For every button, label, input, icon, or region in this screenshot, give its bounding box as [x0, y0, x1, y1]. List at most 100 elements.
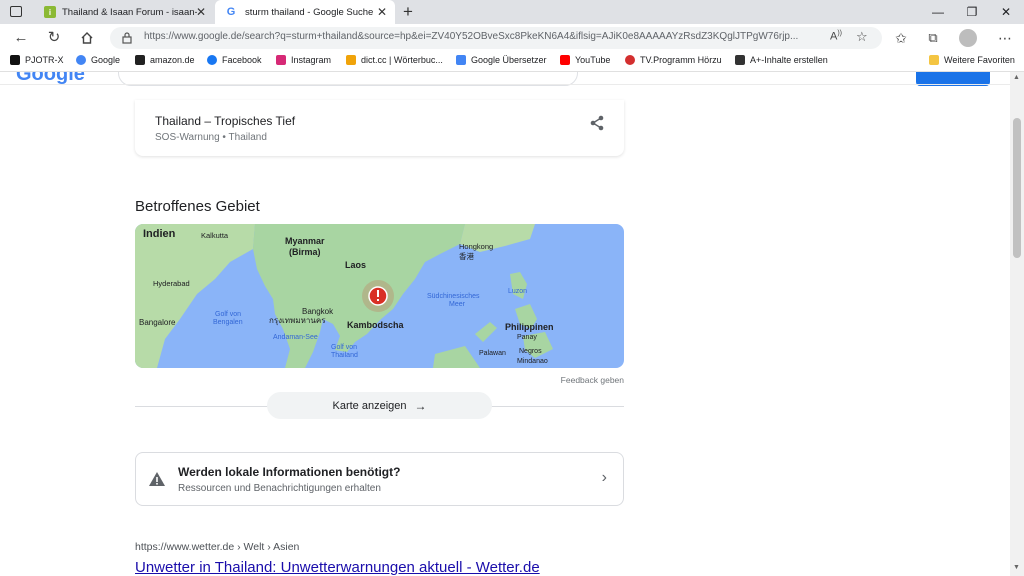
bookmark-label: Google Übersetzer: [471, 55, 547, 65]
bookmark-label: Weitere Favoriten: [944, 55, 1015, 65]
lock-icon: [122, 32, 132, 44]
map-label: Meer: [449, 301, 466, 308]
bookmark-instagram[interactable]: Instagram: [276, 55, 331, 65]
bookmark-label: TV.Programm Hörzu: [640, 55, 722, 65]
google-icon: [76, 55, 86, 65]
home-icon[interactable]: [76, 28, 98, 48]
pjotr-icon: [10, 55, 20, 65]
sos-subtitle: SOS-Warnung • Thailand: [155, 132, 267, 143]
map-label: Golf von: [331, 344, 357, 351]
address-bar[interactable]: https://www.google.de/search?q=sturm+tha…: [110, 27, 882, 49]
map-label: Hyderabad: [153, 279, 190, 288]
sos-alert-card[interactable]: Thailand – Tropisches Tief SOS-Warnung •…: [135, 100, 624, 156]
bookmark-other-favorites[interactable]: Weitere Favoriten: [929, 55, 1015, 65]
affected-area-heading: Betroffenes Gebiet: [135, 198, 260, 215]
read-aloud-icon[interactable]: A)): [830, 30, 842, 43]
url-text: https://www.google.de/search?q=sturm+tha…: [144, 31, 799, 42]
map-label: Mindanao: [517, 358, 548, 365]
bookmark-label: dict.cc | Wörterbuc...: [361, 55, 443, 65]
bookmark-label: A+-Inhalte erstellen: [750, 55, 828, 65]
map-label: Palawan: [479, 350, 506, 357]
bookmark-label: PJOTR-X: [25, 55, 64, 65]
map-label: Südchinesisches: [427, 293, 480, 300]
map-label: Thailand: [331, 352, 358, 359]
vertical-scrollbar[interactable]: ▲ ▼: [1010, 72, 1024, 576]
tab-google-search[interactable]: G sturm thailand - Google Suche ✕: [215, 0, 395, 24]
scrollbar-thumb[interactable]: [1013, 118, 1021, 258]
favorites-icon[interactable]: ✩: [890, 28, 912, 48]
bookmark-label: Google: [91, 55, 121, 65]
folder-icon: [929, 55, 939, 65]
more-menu-icon[interactable]: ⋯: [994, 28, 1016, 48]
close-tab-icon[interactable]: ✕: [375, 5, 389, 19]
tab-title: sturm thailand - Google Suche: [245, 6, 374, 18]
map-label: Laos: [345, 260, 366, 270]
bookmark-dictcc[interactable]: dict.cc | Wörterbuc...: [346, 55, 443, 65]
map-label: Panay: [517, 334, 537, 341]
favorites-bar: PJOTR-X Google amazon.de Facebook Instag…: [0, 52, 1024, 72]
profile-avatar[interactable]: [959, 29, 977, 47]
scroll-down-icon[interactable]: ▼: [1013, 564, 1020, 571]
bookmark-youtube[interactable]: YouTube: [560, 55, 610, 65]
sos-title: Thailand – Tropisches Tief: [155, 114, 296, 128]
map-label: Bangkok: [302, 307, 334, 316]
bookmark-pjotr[interactable]: PJOTR-X: [10, 55, 64, 65]
bookmark-label: YouTube: [575, 55, 611, 65]
scroll-up-icon[interactable]: ▲: [1013, 74, 1020, 81]
tab-title: Thailand & Isaan Forum - isaan-: [62, 6, 197, 18]
address-toolbar: ← ↻ https://www.google.de/search?q=sturm…: [0, 24, 1024, 52]
translate-icon: [456, 55, 466, 65]
reload-icon[interactable]: ↻: [43, 28, 65, 48]
share-icon[interactable]: [588, 114, 606, 132]
show-map-label: Karte anzeigen: [332, 399, 407, 412]
google-favicon-icon: G: [226, 6, 236, 18]
feedback-link[interactable]: Feedback geben: [561, 375, 624, 385]
map-label: Andaman-See: [273, 334, 318, 341]
close-tab-icon[interactable]: ✕: [194, 5, 208, 19]
add-favorite-icon[interactable]: ☆: [856, 29, 868, 45]
new-tab-button[interactable]: +: [400, 2, 416, 22]
map-label: 香港: [459, 251, 474, 261]
local-info-title: Werden lokale Informationen benötigt?: [178, 465, 401, 479]
map-label: Bangalore: [139, 318, 176, 327]
warning-icon: [149, 472, 165, 486]
aplus-icon: [735, 55, 745, 65]
tab-isaan-forum[interactable]: i Thailand & Isaan Forum - isaan- ✕: [34, 0, 214, 24]
map-label: Kalkutta: [201, 231, 229, 240]
show-map-button[interactable]: Karte anzeigen →: [267, 392, 492, 419]
collections-icon[interactable]: ⧉: [922, 28, 944, 48]
bookmark-label: Instagram: [291, 55, 332, 65]
map-label: Bengalen: [213, 319, 243, 326]
back-icon[interactable]: ←: [10, 28, 32, 48]
affected-area-map[interactable]: Indien Kalkutta Myanmar (Birma) Hongkong…: [135, 224, 624, 368]
map-label: Kambodscha: [347, 320, 405, 330]
local-info-card[interactable]: Werden lokale Informationen benötigt? Re…: [135, 452, 624, 506]
youtube-icon: [560, 55, 570, 65]
amazon-icon: [135, 55, 145, 65]
facebook-icon: [207, 55, 217, 65]
bookmark-facebook[interactable]: Facebook: [207, 55, 262, 65]
bookmark-google[interactable]: Google: [76, 55, 120, 65]
tab-actions-icon[interactable]: [10, 6, 22, 17]
map-label: Hongkong: [459, 242, 493, 251]
arrow-right-icon: →: [414, 398, 427, 413]
bookmark-label: amazon.de: [150, 55, 195, 65]
bookmark-tvprogramm[interactable]: TV.Programm Hörzu: [625, 55, 722, 65]
isaan-forum-favicon-icon: i: [44, 6, 56, 18]
bookmark-aplus[interactable]: A+-Inhalte erstellen: [735, 55, 828, 65]
browser-tab-bar: i Thailand & Isaan Forum - isaan- ✕ G st…: [0, 0, 1024, 24]
map-label: (Birma): [289, 247, 321, 257]
map-label: Negros: [519, 348, 542, 355]
map-label: Indien: [143, 228, 176, 240]
map-label: Philippinen: [505, 322, 554, 332]
close-window-icon[interactable]: ✕: [986, 0, 1024, 24]
dictcc-icon: [346, 55, 356, 65]
result-breadcrumb[interactable]: https://www.wetter.de › Welt › Asien: [135, 541, 299, 553]
bookmark-amazon[interactable]: amazon.de: [135, 55, 195, 65]
search-results-page: Google Thailand – Tropisches Tief SOS-Wa…: [0, 72, 1010, 576]
bookmark-translate[interactable]: Google Übersetzer: [456, 55, 547, 65]
result-title-link[interactable]: Unwetter in Thailand: Unwetterwarnungen …: [135, 559, 540, 576]
map-label: Luzon: [508, 288, 527, 295]
local-info-subtitle: Ressourcen und Benachrichtigungen erhalt…: [178, 483, 381, 494]
header-divider: [0, 84, 1010, 85]
